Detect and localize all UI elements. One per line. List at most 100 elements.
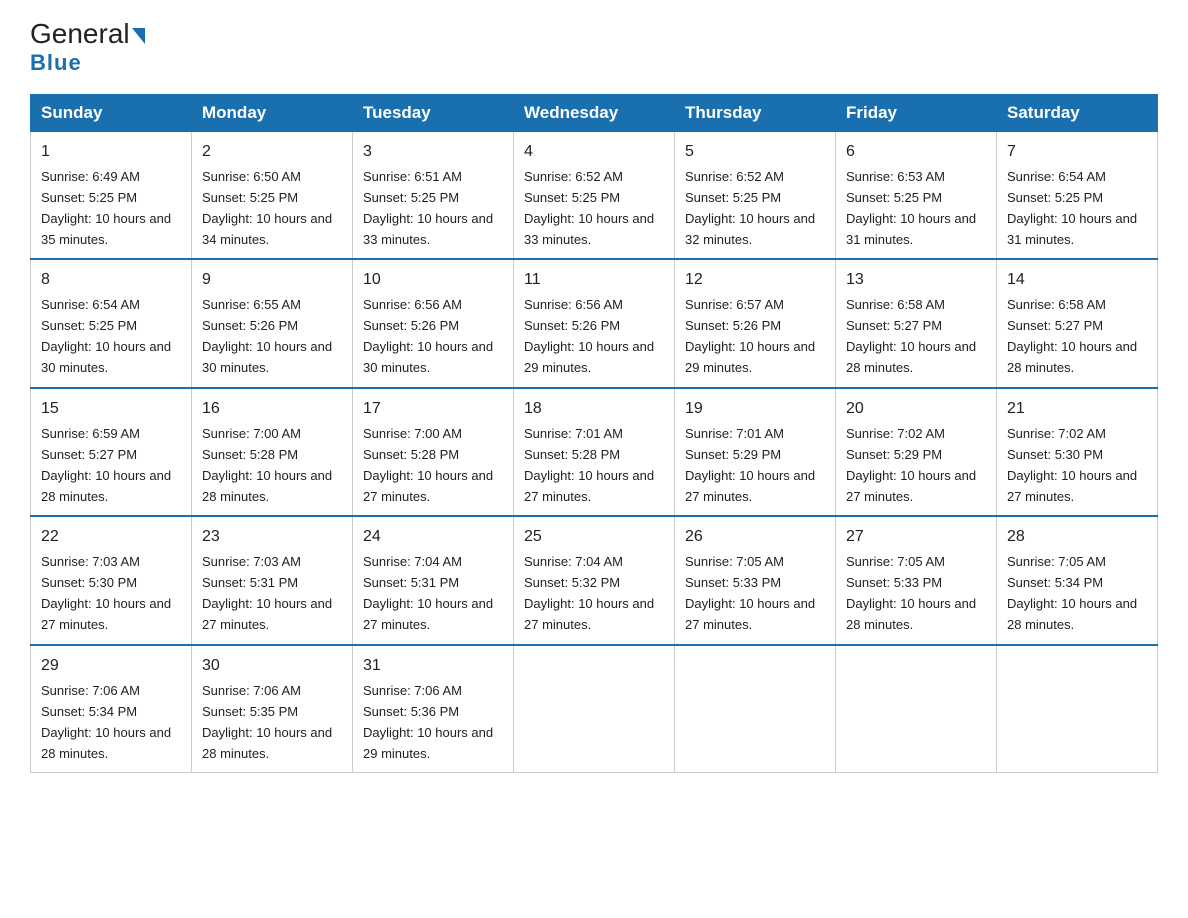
calendar-cell: 28 Sunrise: 7:05 AMSunset: 5:34 PMDayligh… <box>997 516 1158 644</box>
calendar-cell: 9 Sunrise: 6:55 AMSunset: 5:26 PMDaylight… <box>192 259 353 387</box>
day-info: Sunrise: 7:03 AMSunset: 5:31 PMDaylight:… <box>202 554 332 632</box>
calendar-cell: 13 Sunrise: 6:58 AMSunset: 5:27 PMDayligh… <box>836 259 997 387</box>
day-info: Sunrise: 6:52 AMSunset: 5:25 PMDaylight:… <box>685 169 815 247</box>
page-header: General Blue <box>30 20 1158 76</box>
logo-general: General <box>30 20 145 48</box>
day-number: 9 <box>202 268 342 293</box>
calendar-cell: 2 Sunrise: 6:50 AMSunset: 5:25 PMDaylight… <box>192 132 353 260</box>
calendar-cell: 14 Sunrise: 6:58 AMSunset: 5:27 PMDayligh… <box>997 259 1158 387</box>
calendar-cell: 31 Sunrise: 7:06 AMSunset: 5:36 PMDayligh… <box>353 645 514 773</box>
day-info: Sunrise: 6:51 AMSunset: 5:25 PMDaylight:… <box>363 169 493 247</box>
calendar-cell: 5Sunrise: 6:52 AMSunset: 5:25 PMDaylight… <box>675 132 836 260</box>
weekday-header-monday: Monday <box>192 95 353 132</box>
day-number: 21 <box>1007 397 1147 422</box>
day-info: Sunrise: 7:05 AMSunset: 5:33 PMDaylight:… <box>846 554 976 632</box>
day-number: 28 <box>1007 525 1147 550</box>
calendar-cell <box>836 645 997 773</box>
day-number: 1 <box>41 140 181 165</box>
calendar-cell: 21 Sunrise: 7:02 AMSunset: 5:30 PMDayligh… <box>997 388 1158 516</box>
day-info: Sunrise: 7:01 AMSunset: 5:29 PMDaylight:… <box>685 426 815 504</box>
day-number: 22 <box>41 525 181 550</box>
day-number: 15 <box>41 397 181 422</box>
weekday-header-sunday: Sunday <box>31 95 192 132</box>
day-info: Sunrise: 6:54 AMSunset: 5:25 PMDaylight:… <box>1007 169 1137 247</box>
calendar-cell: 8 Sunrise: 6:54 AMSunset: 5:25 PMDaylight… <box>31 259 192 387</box>
calendar-cell: 4Sunrise: 6:52 AMSunset: 5:25 PMDaylight… <box>514 132 675 260</box>
day-number: 13 <box>846 268 986 293</box>
day-number: 26 <box>685 525 825 550</box>
day-number: 25 <box>524 525 664 550</box>
calendar-cell <box>675 645 836 773</box>
calendar-cell: 25 Sunrise: 7:04 AMSunset: 5:32 PMDayligh… <box>514 516 675 644</box>
day-info: Sunrise: 7:03 AMSunset: 5:30 PMDaylight:… <box>41 554 171 632</box>
day-info: Sunrise: 6:49 AMSunset: 5:25 PMDaylight:… <box>41 169 171 247</box>
calendar-cell: 15 Sunrise: 6:59 AMSunset: 5:27 PMDayligh… <box>31 388 192 516</box>
day-info: Sunrise: 6:52 AMSunset: 5:25 PMDaylight:… <box>524 169 654 247</box>
calendar-cell: 30Sunrise: 7:06 AMSunset: 5:35 PMDayligh… <box>192 645 353 773</box>
calendar-week-3: 15 Sunrise: 6:59 AMSunset: 5:27 PMDayligh… <box>31 388 1158 516</box>
calendar-cell: 10 Sunrise: 6:56 AMSunset: 5:26 PMDayligh… <box>353 259 514 387</box>
calendar-cell: 18 Sunrise: 7:01 AMSunset: 5:28 PMDayligh… <box>514 388 675 516</box>
calendar-cell <box>997 645 1158 773</box>
day-number: 10 <box>363 268 503 293</box>
day-info: Sunrise: 7:06 AMSunset: 5:36 PMDaylight:… <box>363 683 493 761</box>
calendar-cell: 6 Sunrise: 6:53 AMSunset: 5:25 PMDaylight… <box>836 132 997 260</box>
calendar-cell: 20Sunrise: 7:02 AMSunset: 5:29 PMDayligh… <box>836 388 997 516</box>
day-number: 16 <box>202 397 342 422</box>
day-info: Sunrise: 6:56 AMSunset: 5:26 PMDaylight:… <box>363 297 493 375</box>
day-number: 7 <box>1007 140 1147 165</box>
day-info: Sunrise: 6:54 AMSunset: 5:25 PMDaylight:… <box>41 297 171 375</box>
day-info: Sunrise: 7:00 AMSunset: 5:28 PMDaylight:… <box>363 426 493 504</box>
day-number: 31 <box>363 654 503 679</box>
day-number: 12 <box>685 268 825 293</box>
calendar-body: 1 Sunrise: 6:49 AMSunset: 5:25 PMDaylight… <box>31 132 1158 773</box>
day-number: 27 <box>846 525 986 550</box>
calendar-cell: 11 Sunrise: 6:56 AMSunset: 5:26 PMDayligh… <box>514 259 675 387</box>
day-number: 23 <box>202 525 342 550</box>
day-info: Sunrise: 7:04 AMSunset: 5:32 PMDaylight:… <box>524 554 654 632</box>
weekday-header-tuesday: Tuesday <box>353 95 514 132</box>
day-info: Sunrise: 7:02 AMSunset: 5:30 PMDaylight:… <box>1007 426 1137 504</box>
day-info: Sunrise: 7:00 AMSunset: 5:28 PMDaylight:… <box>202 426 332 504</box>
day-info: Sunrise: 6:58 AMSunset: 5:27 PMDaylight:… <box>846 297 976 375</box>
calendar-cell: 26Sunrise: 7:05 AMSunset: 5:33 PMDayligh… <box>675 516 836 644</box>
day-info: Sunrise: 6:58 AMSunset: 5:27 PMDaylight:… <box>1007 297 1137 375</box>
day-info: Sunrise: 6:59 AMSunset: 5:27 PMDaylight:… <box>41 426 171 504</box>
day-info: Sunrise: 6:55 AMSunset: 5:26 PMDaylight:… <box>202 297 332 375</box>
day-number: 18 <box>524 397 664 422</box>
day-info: Sunrise: 7:06 AMSunset: 5:35 PMDaylight:… <box>202 683 332 761</box>
day-number: 8 <box>41 268 181 293</box>
day-number: 6 <box>846 140 986 165</box>
day-info: Sunrise: 7:02 AMSunset: 5:29 PMDaylight:… <box>846 426 976 504</box>
day-number: 2 <box>202 140 342 165</box>
weekday-header-wednesday: Wednesday <box>514 95 675 132</box>
day-info: Sunrise: 6:57 AMSunset: 5:26 PMDaylight:… <box>685 297 815 375</box>
calendar-cell: 12 Sunrise: 6:57 AMSunset: 5:26 PMDayligh… <box>675 259 836 387</box>
day-info: Sunrise: 6:50 AMSunset: 5:25 PMDaylight:… <box>202 169 332 247</box>
day-info: Sunrise: 7:05 AMSunset: 5:34 PMDaylight:… <box>1007 554 1137 632</box>
calendar-cell: 17 Sunrise: 7:00 AMSunset: 5:28 PMDayligh… <box>353 388 514 516</box>
day-info: Sunrise: 7:04 AMSunset: 5:31 PMDaylight:… <box>363 554 493 632</box>
calendar-cell: 1 Sunrise: 6:49 AMSunset: 5:25 PMDaylight… <box>31 132 192 260</box>
day-info: Sunrise: 6:53 AMSunset: 5:25 PMDaylight:… <box>846 169 976 247</box>
day-info: Sunrise: 7:01 AMSunset: 5:28 PMDaylight:… <box>524 426 654 504</box>
day-info: Sunrise: 6:56 AMSunset: 5:26 PMDaylight:… <box>524 297 654 375</box>
day-number: 14 <box>1007 268 1147 293</box>
logo: General Blue <box>30 20 145 76</box>
calendar-week-4: 22 Sunrise: 7:03 AMSunset: 5:30 PMDayligh… <box>31 516 1158 644</box>
calendar-header: SundayMondayTuesdayWednesdayThursdayFrid… <box>31 95 1158 132</box>
day-number: 24 <box>363 525 503 550</box>
calendar-cell: 29Sunrise: 7:06 AMSunset: 5:34 PMDayligh… <box>31 645 192 773</box>
calendar-week-2: 8 Sunrise: 6:54 AMSunset: 5:25 PMDaylight… <box>31 259 1158 387</box>
weekday-header-thursday: Thursday <box>675 95 836 132</box>
weekday-header-saturday: Saturday <box>997 95 1158 132</box>
calendar-week-1: 1 Sunrise: 6:49 AMSunset: 5:25 PMDaylight… <box>31 132 1158 260</box>
day-number: 11 <box>524 268 664 293</box>
calendar-cell: 16 Sunrise: 7:00 AMSunset: 5:28 PMDayligh… <box>192 388 353 516</box>
day-number: 3 <box>363 140 503 165</box>
calendar-week-5: 29Sunrise: 7:06 AMSunset: 5:34 PMDayligh… <box>31 645 1158 773</box>
calendar-cell: 19Sunrise: 7:01 AMSunset: 5:29 PMDayligh… <box>675 388 836 516</box>
day-info: Sunrise: 7:06 AMSunset: 5:34 PMDaylight:… <box>41 683 171 761</box>
calendar-table: SundayMondayTuesdayWednesdayThursdayFrid… <box>30 94 1158 773</box>
day-number: 17 <box>363 397 503 422</box>
